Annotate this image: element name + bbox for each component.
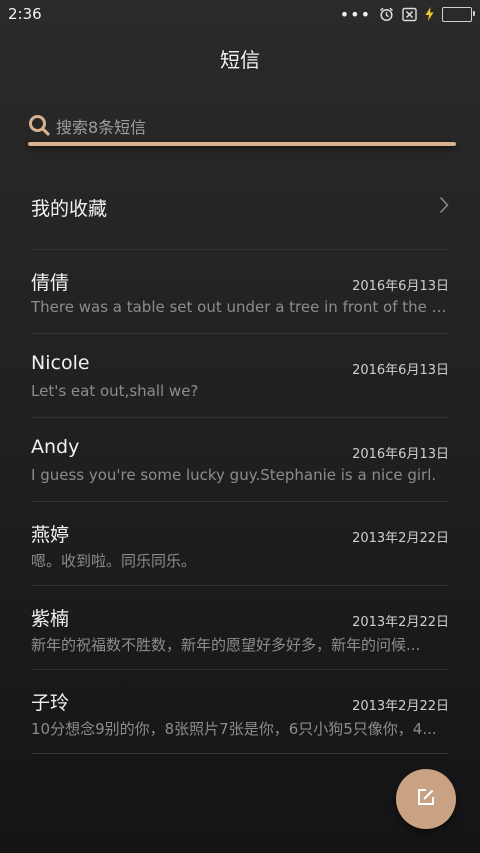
contact-name: 燕婷	[31, 524, 70, 546]
message-preview: There was a table set out under a tree i…	[31, 298, 449, 316]
contact-name: Andy	[31, 436, 80, 458]
search-input[interactable]	[54, 112, 448, 142]
message-preview: I guess you're some lucky guy.Stephanie …	[31, 466, 437, 484]
message-date: 2016年6月13日	[352, 279, 449, 294]
battery-icon	[442, 6, 475, 22]
message-date: 2013年2月22日	[352, 531, 449, 546]
search-bar[interactable]	[28, 112, 456, 148]
conversation-row[interactable]: 紫楠 2013年2月22日 新年的祝福数不胜数，新年的愿望好多好多，新年的问候.…	[31, 586, 449, 670]
alarm-icon	[379, 7, 394, 22]
search-underline	[28, 142, 456, 146]
message-preview: 嗯。收到啦。同乐同乐。	[31, 552, 197, 570]
favorites-label: 我的收藏	[31, 197, 108, 220]
contact-name: 子玲	[31, 692, 70, 714]
page-title: 短信	[220, 48, 260, 72]
more-dots-icon: •••	[339, 4, 371, 24]
conversation-row[interactable]: Andy 2016年6月13日 I guess you're some luck…	[31, 418, 449, 502]
message-date: 2016年6月13日	[352, 363, 449, 378]
contact-name: Nicole	[31, 352, 90, 374]
compose-icon	[416, 787, 436, 811]
compose-button[interactable]	[396, 769, 456, 829]
contact-name: 倩倩	[31, 272, 70, 294]
message-preview: Let's eat out,shall we?	[31, 382, 199, 400]
status-bar: 2:36 •••	[0, 0, 480, 28]
conversation-row[interactable]: 燕婷 2013年2月22日 嗯。收到啦。同乐同乐。	[31, 502, 449, 586]
favorites-row[interactable]: 我的收藏	[31, 165, 449, 250]
status-icons: •••	[339, 4, 475, 24]
conversation-row[interactable]: Nicole 2016年6月13日 Let's eat out,shall we…	[31, 334, 449, 418]
message-date: 2016年6月13日	[352, 447, 449, 462]
conversation-row[interactable]: 倩倩 2016年6月13日 There was a table set out …	[31, 250, 449, 334]
conversation-list: 我的收藏 倩倩 2016年6月13日 There was a table set…	[31, 165, 449, 754]
conversation-row[interactable]: 子玲 2013年2月22日 10分想念9别的你，8张照片7张是你，6只小狗5只像…	[31, 670, 449, 754]
search-icon	[28, 114, 50, 140]
message-preview: 新年的祝福数不胜数，新年的愿望好多好多，新年的问候...	[31, 636, 421, 654]
chevron-right-icon	[439, 196, 449, 218]
status-time: 2:36	[8, 5, 42, 23]
message-preview: 10分想念9别的你，8张照片7张是你，6只小狗5只像你，4...	[31, 720, 437, 738]
message-date: 2013年2月22日	[352, 615, 449, 630]
close-box-icon	[402, 7, 417, 22]
message-date: 2013年2月22日	[352, 699, 449, 714]
charging-bolt-icon	[425, 7, 434, 21]
contact-name: 紫楠	[31, 608, 70, 630]
